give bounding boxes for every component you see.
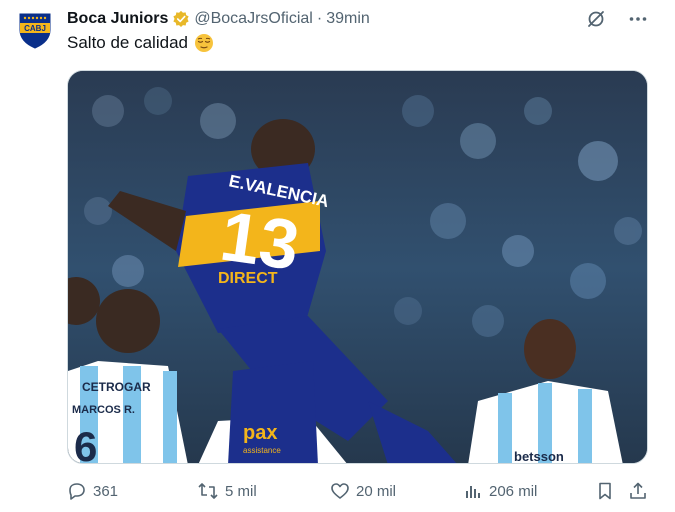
reply-count: 361: [93, 482, 119, 500]
separator-dot: ·: [316, 10, 323, 27]
bookmark-icon: [599, 482, 611, 500]
heart-icon: [331, 483, 349, 499]
shorts-sponsor: pax: [243, 422, 277, 444]
avatar-text: CABJ: [24, 24, 46, 33]
match-photo: CETROGAR MARCOS R. 6 E.VALENCIA 13 DIREC…: [68, 71, 647, 464]
tweet-header: Boca Juniors @BocaJrsOficial · 39min: [67, 8, 655, 30]
share-button[interactable]: [628, 478, 648, 504]
boca-crest-icon: CABJ: [19, 13, 51, 49]
retweet-icon: [198, 483, 218, 499]
tweet-actions-bar: 361 5 mil 20 mil 206 mil: [67, 478, 652, 504]
opponent-sponsor-right: betsson: [514, 449, 564, 464]
verified-badge-icon: [173, 10, 189, 28]
relieved-face-emoji: [194, 34, 213, 52]
shorts-sponsor-sub: assistance: [243, 446, 281, 455]
opponent-name: MARCOS R.: [72, 404, 135, 416]
views-button[interactable]: 206 mil: [463, 478, 537, 504]
author-name[interactable]: Boca Juniors: [67, 10, 168, 28]
retweet-count: 5 mil: [225, 482, 257, 500]
views-icon: [466, 486, 480, 498]
reply-icon: [69, 483, 85, 500]
avatar[interactable]: CABJ: [15, 10, 55, 50]
tweet-media-photo[interactable]: CETROGAR MARCOS R. 6 E.VALENCIA 13 DIREC…: [67, 70, 648, 464]
opponent-number: 6: [74, 423, 97, 464]
views-count: 206 mil: [489, 482, 538, 500]
tweet-text-row: Salto de calidad: [67, 33, 214, 53]
more-icon[interactable]: [627, 8, 649, 30]
share-icon: [630, 482, 646, 499]
reply-button[interactable]: 361: [67, 478, 118, 504]
author-handle[interactable]: @BocaJrsOficial: [194, 10, 313, 28]
like-count: 20 mil: [356, 482, 397, 500]
jersey-sponsor: DIRECT: [218, 270, 278, 287]
tweet-time[interactable]: 39min: [326, 10, 370, 28]
tweet-top-actions: [585, 8, 649, 30]
opponent-sponsor: CETROGAR: [82, 380, 151, 394]
retweet-button[interactable]: 5 mil: [197, 478, 257, 504]
grok-icon[interactable]: [585, 8, 607, 30]
like-button[interactable]: 20 mil: [330, 478, 396, 504]
tweet[interactable]: CABJ Boca Juniors @BocaJrsOficial · 39mi…: [0, 0, 675, 512]
tweet-text: Salto de calidad: [67, 33, 188, 52]
bookmark-button[interactable]: [595, 478, 615, 504]
